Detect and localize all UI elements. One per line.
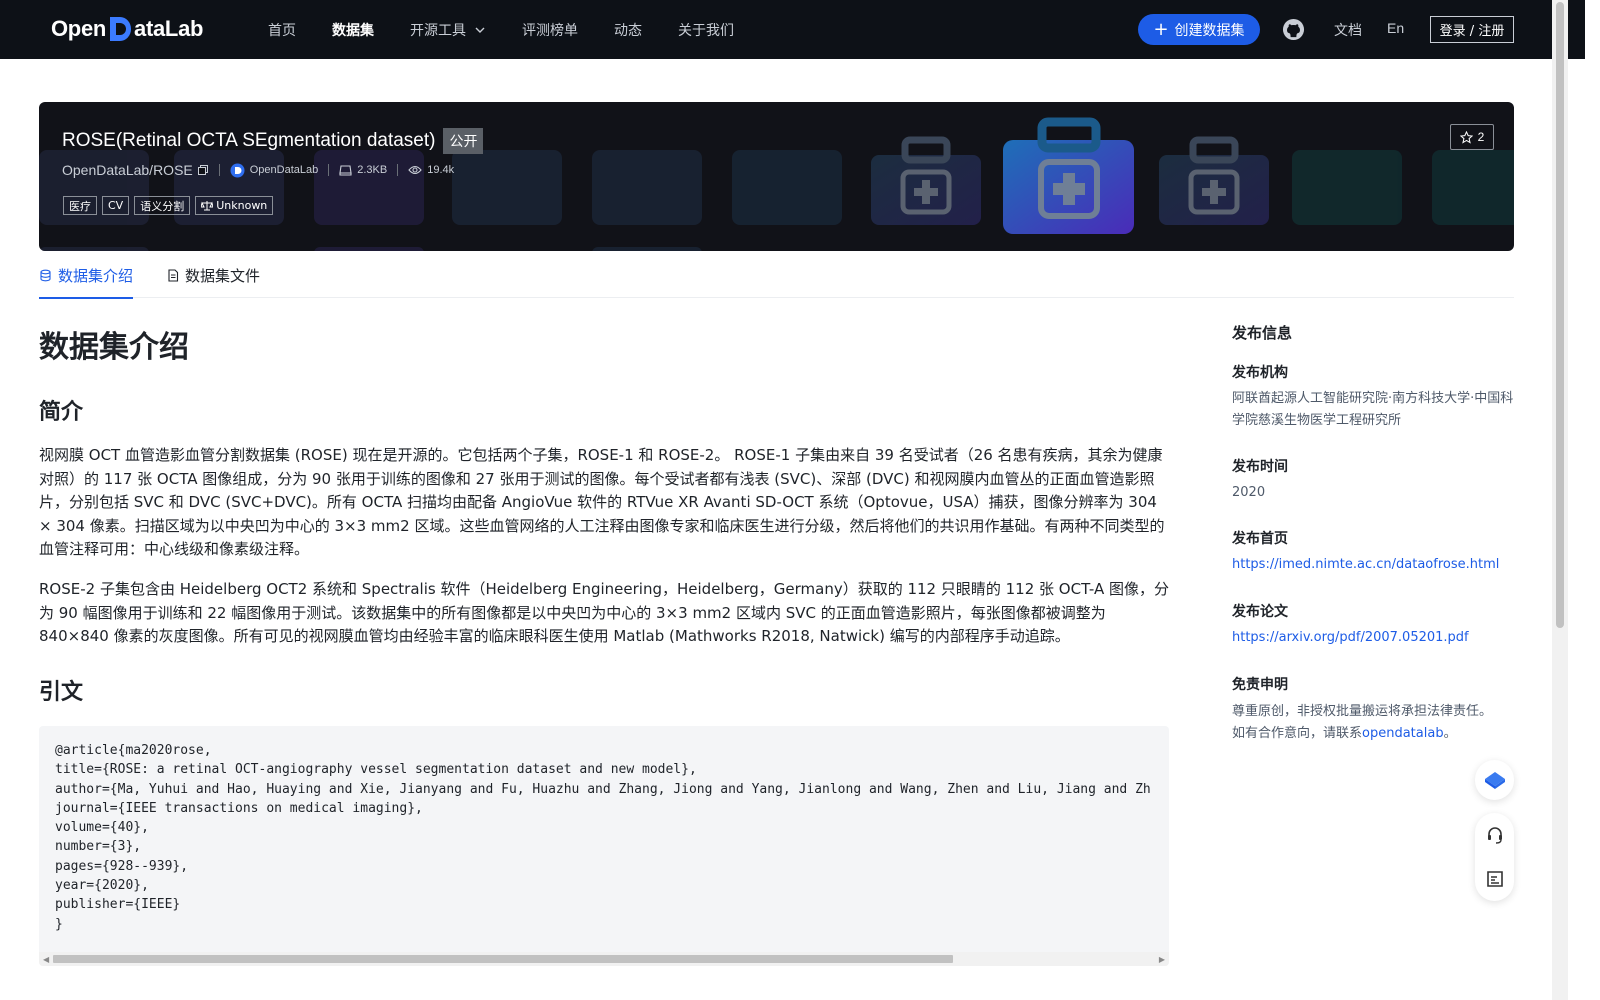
disclaimer-line-2: 如有合作意向，请联系 bbox=[1232, 725, 1363, 741]
code-scrollbar-thumb[interactable] bbox=[53, 955, 953, 963]
publisher-name: OpenDataLab bbox=[249, 164, 319, 176]
eye-icon bbox=[408, 165, 422, 175]
feedback-icon[interactable] bbox=[1485, 869, 1505, 889]
license-value: Unknown bbox=[216, 199, 268, 212]
dataset-meta: OpenDataLab/ROSE OpenDataLab 2.3KB 19.4k bbox=[62, 162, 454, 178]
main-nav: 首页 数据集 开源工具 评测榜单 动态 关于我们 bbox=[268, 0, 770, 59]
tag-cv[interactable]: CV bbox=[102, 196, 130, 215]
logo[interactable]: Open ataLab bbox=[51, 14, 203, 44]
github-icon[interactable] bbox=[1282, 18, 1305, 41]
tag-medical[interactable]: 医疗 bbox=[63, 196, 97, 215]
logo-text-left: Open bbox=[51, 16, 107, 41]
paper-label: 发布论文 bbox=[1232, 604, 1288, 620]
tab-intro[interactable]: 数据集介绍 bbox=[39, 252, 134, 299]
disclaimer-line-1: 尊重原创，非授权批量搬运将承担法律责任。 bbox=[1232, 704, 1493, 719]
divider bbox=[328, 164, 330, 176]
org-label: 发布机构 bbox=[1232, 365, 1288, 381]
paper-link[interactable]: https://arxiv.org/pdf/2007.05201.pdf bbox=[1232, 627, 1517, 649]
visibility-badge: 公开 bbox=[443, 128, 484, 154]
dataset-title: ROSE(Retinal OCTA SEgmentation dataset) bbox=[62, 130, 436, 151]
publish-info-heading: 发布信息 bbox=[1232, 324, 1293, 342]
page-scrollbar-thumb[interactable] bbox=[1556, 2, 1564, 628]
size-value: 2.3KB bbox=[357, 164, 388, 176]
tab-files-label: 数据集文件 bbox=[185, 266, 261, 285]
nav-open-tools-label: 开源工具 bbox=[410, 22, 466, 39]
disclaimer-text: 尊重原创，非授权批量搬运将承担法律责任。 如有合作意向，请联系opendatal… bbox=[1232, 701, 1517, 744]
time-value: 2020 bbox=[1232, 485, 1266, 500]
code-horizontal-scrollbar[interactable]: ◀ ▶ bbox=[39, 952, 1169, 966]
page-title: 数据集介绍 bbox=[39, 330, 189, 365]
citation-heading: 引文 bbox=[39, 680, 84, 705]
nav-about[interactable]: 关于我们 bbox=[678, 20, 734, 40]
copy-icon[interactable] bbox=[197, 164, 209, 176]
docs-link[interactable]: 文档 bbox=[1334, 20, 1362, 40]
star-button[interactable]: 2 bbox=[1450, 124, 1494, 150]
publisher-avatar-icon bbox=[230, 163, 245, 177]
nav-home[interactable]: 首页 bbox=[268, 20, 296, 40]
chevron-down-icon bbox=[475, 27, 485, 33]
divider bbox=[397, 164, 399, 176]
license-tag[interactable]: Unknown bbox=[195, 196, 274, 215]
citation-text: @article{ma2020rose, title={ROSE: a reti… bbox=[55, 743, 1151, 932]
dataset-title-row: ROSE(Retinal OCTA SEgmentation dataset) … bbox=[62, 128, 484, 154]
floating-toolbar bbox=[1475, 813, 1514, 901]
publisher[interactable]: OpenDataLab bbox=[230, 163, 319, 178]
tab-files[interactable]: 数据集文件 bbox=[167, 252, 260, 298]
page-scrollbar[interactable] bbox=[1552, 0, 1568, 1000]
views-value: 19.4k bbox=[427, 164, 455, 176]
feishu-icon bbox=[1484, 772, 1505, 789]
logo-mark-icon bbox=[107, 14, 133, 44]
nav-news[interactable]: 动态 bbox=[614, 20, 642, 40]
tag-list: 医疗 CV 语义分割 Unknown bbox=[63, 196, 278, 215]
size-info: 2.3KB bbox=[339, 164, 387, 176]
repo-name: OpenDataLab/ROSE bbox=[62, 162, 193, 178]
scroll-right-icon[interactable]: ▶ bbox=[1159, 955, 1165, 964]
customer-service-icon[interactable] bbox=[1485, 825, 1505, 845]
tab-intro-label: 数据集介绍 bbox=[58, 266, 134, 285]
tag-semantic-seg[interactable]: 语义分割 bbox=[134, 196, 191, 215]
dataset-tabs: 数据集介绍 数据集文件 bbox=[39, 252, 1514, 299]
intro-paragraph-2: ROSE-2 子集包含由 Heidelberg OCT2 系统和 Spectra… bbox=[39, 580, 1169, 645]
dataset-banner: ROSE(Retinal OCTA SEgmentation dataset) … bbox=[39, 102, 1514, 251]
intro-paragraph-1: 视网膜 OCT 血管造影血管分割数据集 (ROSE) 现在是开源的。它包括两个子… bbox=[39, 446, 1165, 558]
disclaimer-label: 免责申明 bbox=[1232, 677, 1288, 693]
database-icon bbox=[40, 269, 51, 281]
star-icon bbox=[1459, 130, 1473, 144]
scale-icon bbox=[201, 201, 214, 211]
time-label: 发布时间 bbox=[1232, 459, 1288, 475]
nav-open-tools[interactable]: 开源工具 bbox=[410, 20, 486, 40]
views-info: 19.4k bbox=[408, 164, 454, 176]
logo-text-right: ataLab bbox=[134, 16, 204, 41]
nav-datasets[interactable]: 数据集 bbox=[332, 20, 374, 40]
nav-leaderboard[interactable]: 评测榜单 bbox=[522, 20, 578, 40]
contact-link[interactable]: opendatalab bbox=[1362, 726, 1444, 741]
create-dataset-label: 创建数据集 bbox=[1174, 22, 1245, 39]
org-value: 阿联酋起源人工智能研究院·南方科技大学·中国科学院慈溪生物医学工程研究所 bbox=[1232, 391, 1514, 428]
citation-code-block[interactable]: @article{ma2020rose, title={ROSE: a reti… bbox=[39, 726, 1169, 966]
plus-icon: + bbox=[1153, 18, 1169, 40]
homepage-label: 发布首页 bbox=[1232, 531, 1288, 547]
disclaimer-end: 。 bbox=[1443, 725, 1457, 741]
scroll-left-icon[interactable]: ◀ bbox=[43, 955, 49, 964]
star-count: 2 bbox=[1477, 130, 1485, 144]
storage-icon bbox=[339, 165, 352, 176]
intro-heading: 简介 bbox=[39, 400, 84, 425]
language-switch[interactable]: En bbox=[1387, 20, 1404, 36]
login-register-button[interactable]: 登录 / 注册 bbox=[1430, 16, 1514, 43]
divider bbox=[218, 164, 220, 176]
top-navbar: Open ataLab 首页 数据集 开源工具 评测榜单 动态 关于我们 + 创… bbox=[0, 0, 1585, 59]
floating-feishu-button[interactable] bbox=[1475, 760, 1514, 800]
homepage-link[interactable]: https://imed.nimte.ac.cn/dataofrose.html bbox=[1232, 554, 1517, 576]
file-icon bbox=[168, 268, 179, 282]
create-dataset-button[interactable]: + 创建数据集 bbox=[1138, 14, 1260, 45]
